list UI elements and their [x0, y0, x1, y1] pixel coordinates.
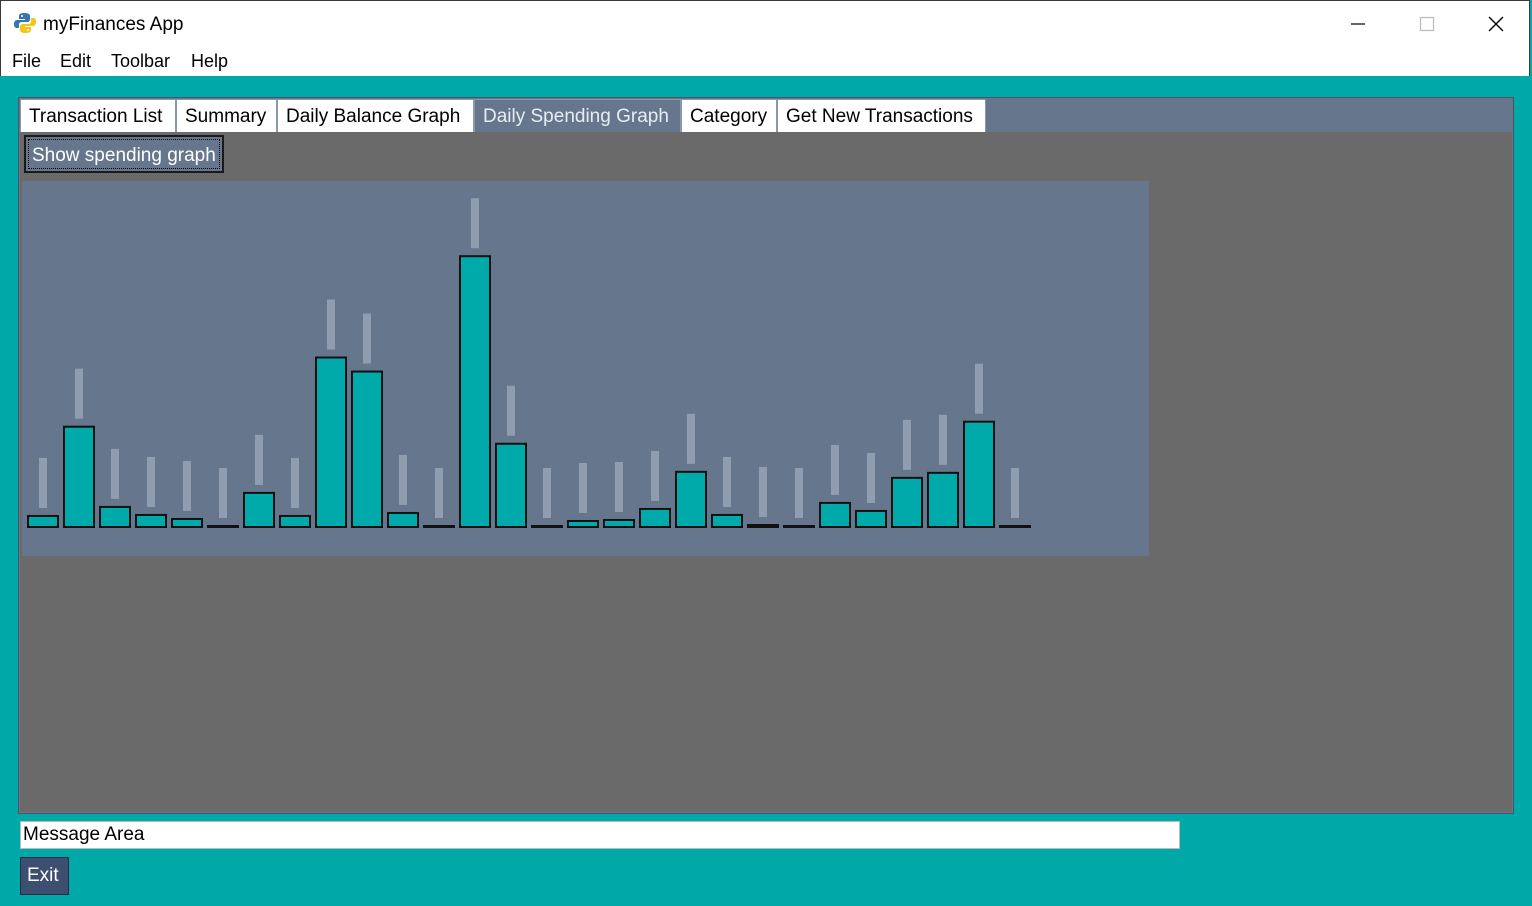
menu-file[interactable]: File — [12, 51, 41, 72]
bar-value-label — [327, 299, 335, 350]
bar-value-label — [1011, 468, 1019, 518]
bar-value-label — [939, 414, 947, 465]
spending-bar — [855, 509, 887, 528]
spending-bar — [351, 370, 383, 528]
exit-button[interactable]: Exit — [20, 857, 69, 895]
tab-daily-spending-graph[interactable]: Daily Spending Graph — [474, 99, 681, 132]
bar-value-label — [147, 456, 155, 507]
menu-help[interactable]: Help — [191, 51, 228, 72]
minimize-button[interactable] — [1323, 1, 1393, 47]
bar-value-label — [183, 460, 191, 511]
bar-value-label — [39, 457, 47, 508]
spending-bar — [963, 420, 995, 528]
bar-value-label — [363, 313, 371, 364]
bar-value-label — [219, 468, 227, 518]
spending-bar — [243, 491, 275, 529]
bar-value-label — [75, 368, 83, 419]
notebook: Transaction List Summary Daily Balance G… — [18, 97, 1514, 814]
spending-bar — [675, 470, 707, 528]
tab-category[interactable]: Category — [681, 99, 777, 132]
spending-bar — [99, 505, 131, 528]
spending-bar — [711, 513, 743, 528]
spending-bar — [387, 511, 419, 528]
menu-toolbar[interactable]: Toolbar — [111, 51, 170, 72]
spending-bar — [279, 514, 311, 528]
spending-bar — [747, 523, 779, 528]
bar-value-label — [795, 468, 803, 518]
maximize-icon — [1419, 16, 1435, 32]
bar-value-label — [111, 448, 119, 499]
message-area[interactable]: Message Area — [20, 821, 1180, 849]
spending-bar — [459, 255, 491, 529]
spending-bar — [603, 518, 635, 528]
bar-value-label — [291, 457, 299, 508]
spending-bar — [315, 356, 347, 528]
minimize-icon — [1351, 23, 1365, 25]
bar-value-label — [831, 444, 839, 495]
show-spending-graph-button[interactable]: Show spending graph — [24, 135, 224, 173]
tab-transaction-list[interactable]: Transaction List — [20, 99, 176, 132]
bar-value-label — [759, 466, 767, 517]
bar-value-label — [615, 461, 623, 512]
spending-bar — [63, 425, 95, 528]
bar-value-label — [867, 452, 875, 503]
spending-bar — [819, 501, 851, 528]
bar-value-label — [579, 462, 587, 513]
title-bar: myFinances App — [0, 0, 1530, 46]
bar-value-label — [651, 450, 659, 501]
bar-value-label — [399, 454, 407, 505]
spending-bar — [891, 476, 923, 528]
close-icon — [1488, 16, 1504, 32]
spending-graph-panel: Show spending graph — [20, 132, 1512, 812]
bar-value-label — [687, 413, 695, 464]
spending-bar — [567, 519, 599, 528]
bar-value-label — [975, 363, 983, 414]
spending-bar — [27, 514, 59, 528]
bar-value-label — [471, 198, 479, 249]
bar-value-label — [435, 468, 443, 518]
spending-bar — [639, 507, 671, 528]
close-button[interactable] — [1461, 1, 1531, 47]
spending-bar — [423, 525, 455, 528]
window-title: myFinances App — [43, 14, 184, 35]
spending-bar — [531, 525, 563, 528]
tab-daily-balance-graph[interactable]: Daily Balance Graph — [277, 99, 474, 132]
spending-bar — [207, 525, 239, 528]
spending-bar — [171, 517, 203, 528]
bar-value-label — [903, 419, 911, 470]
spending-bar — [783, 525, 815, 528]
bar-value-label — [507, 385, 515, 436]
spending-bar — [927, 471, 959, 528]
maximize-button[interactable] — [1392, 1, 1462, 47]
bar-value-label — [723, 456, 731, 507]
bar-value-label — [255, 434, 263, 485]
tab-summary[interactable]: Summary — [176, 99, 277, 132]
python-app-icon — [14, 13, 36, 33]
menu-bar: File Edit Toolbar Help — [0, 46, 1530, 76]
bar-value-label — [543, 468, 551, 518]
spending-bar-chart — [22, 181, 1149, 556]
spending-bar — [135, 513, 167, 528]
menu-edit[interactable]: Edit — [60, 51, 91, 72]
spending-bar — [495, 442, 527, 529]
spending-bar — [999, 525, 1031, 528]
tab-get-new-transactions[interactable]: Get New Transactions — [777, 99, 986, 132]
